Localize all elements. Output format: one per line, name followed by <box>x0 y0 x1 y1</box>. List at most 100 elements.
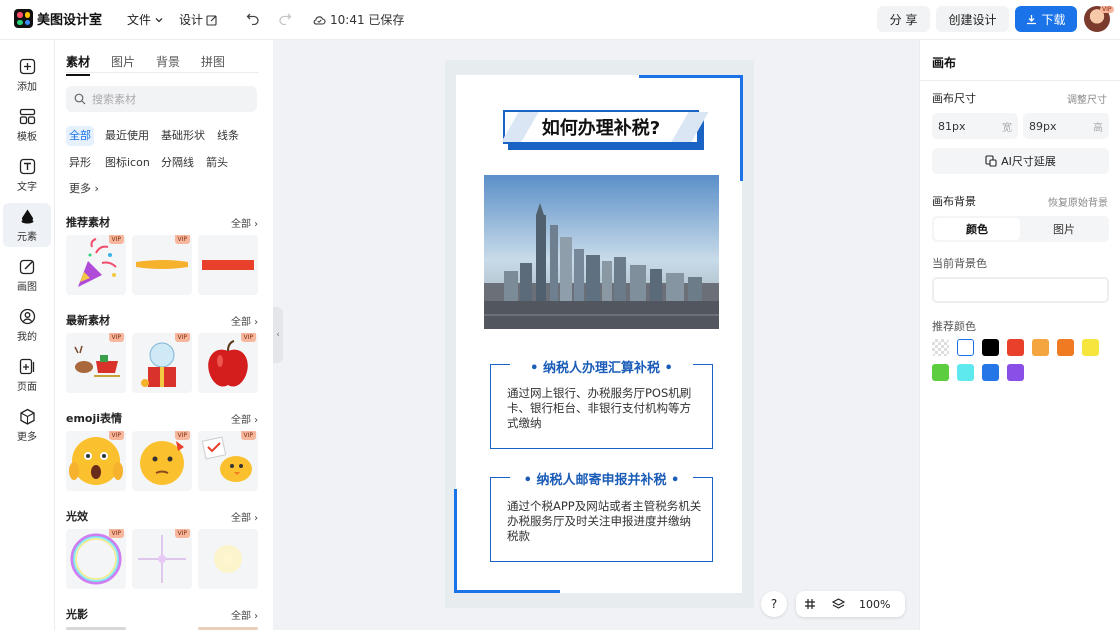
section-all-link[interactable]: 全部 › <box>231 215 258 230</box>
vip-badge: VIP <box>108 431 124 440</box>
tab-collage[interactable]: 拼图 <box>201 53 225 70</box>
material-thumb-glow[interactable] <box>198 529 258 589</box>
chip-irregular[interactable]: 异形 <box>66 153 94 173</box>
bg-type-toggle: 颜色 图片 <box>932 216 1109 242</box>
material-thumb-red-bar[interactable] <box>198 235 258 295</box>
color-swatch[interactable] <box>957 364 974 381</box>
chip-arrows[interactable]: 箭头 <box>203 153 231 173</box>
section-title-recommended: 推荐素材 <box>66 216 110 229</box>
canvas-bg-label: 画布背景 <box>932 195 976 208</box>
grid-icon[interactable] <box>804 598 816 610</box>
left-nav: 添加 模板 文字 元素 画图 我的 页面 更多 <box>0 40 55 630</box>
plus-square-icon <box>19 58 35 74</box>
section-all-link[interactable]: 全部 › <box>231 607 258 622</box>
nav-more[interactable]: 更多 <box>3 403 51 447</box>
draw-icon <box>19 259 34 274</box>
nav-draw[interactable]: 画图 <box>3 253 51 297</box>
nav-page[interactable]: 页面 <box>3 353 51 397</box>
ai-extend-button[interactable]: AI尺寸延展 <box>932 148 1109 174</box>
nav-add[interactable]: 添加 <box>3 53 51 97</box>
zoom-level[interactable]: 100% <box>859 598 890 611</box>
current-bg-color[interactable] <box>932 277 1109 303</box>
material-thumb-reindeer-sleigh[interactable]: VIP <box>66 333 126 393</box>
nav-page-label: 页面 <box>17 381 37 393</box>
app-logo[interactable]: 美图设计室 <box>14 9 102 28</box>
color-swatch[interactable] <box>982 364 999 381</box>
material-thumb-snow-globe-gift[interactable]: VIP <box>132 333 192 393</box>
material-thumb-emoji-thinking[interactable]: VIP <box>132 431 192 491</box>
color-swatch[interactable] <box>1082 339 1099 356</box>
ai-resize-icon <box>985 155 997 167</box>
color-swatch[interactable] <box>1057 339 1074 356</box>
chip-basic-shapes[interactable]: 基础形状 <box>158 126 208 146</box>
material-thumb-emoji-scared[interactable]: VIP <box>66 431 126 491</box>
section-all-link[interactable]: 全部 › <box>231 509 258 524</box>
vip-badge: VIP <box>108 529 124 538</box>
create-design-label: 创建设计 <box>948 12 997 27</box>
material-thumb-apple[interactable]: VIP <box>198 333 258 393</box>
section-all-label: 全部 <box>231 219 251 230</box>
nav-draw-label: 画图 <box>17 281 37 293</box>
bg-type-color[interactable]: 颜色 <box>934 218 1020 240</box>
city-skyline-image <box>484 175 719 329</box>
color-swatch[interactable] <box>1007 364 1024 381</box>
search-input[interactable]: 搜索素材 <box>66 86 257 112</box>
thinking-face-icon <box>140 441 184 485</box>
share-button[interactable]: 分 享 <box>877 6 930 32</box>
height-field[interactable]: 89px 高 <box>1023 113 1109 139</box>
chip-all[interactable]: 全部 <box>66 126 94 146</box>
nav-elements[interactable]: 元素 <box>3 203 51 247</box>
city-skyline-photo[interactable] <box>484 175 719 329</box>
undo-icon[interactable] <box>246 11 260 25</box>
bubble-icon <box>70 533 122 585</box>
tab-images[interactable]: 图片 <box>111 53 135 70</box>
template-icon <box>19 108 35 124</box>
material-thumb-brush-yellow[interactable]: VIP <box>132 235 192 295</box>
material-thumb-emoji-chick-sign[interactable]: VIP <box>198 431 258 491</box>
nav-template[interactable]: 模板 <box>3 103 51 147</box>
color-swatch[interactable] <box>1032 339 1049 356</box>
material-thumb-bubble[interactable]: VIP <box>66 529 126 589</box>
recommended-colors-label: 推荐颜色 <box>932 320 976 333</box>
nav-template-label: 模板 <box>17 131 37 143</box>
collapse-panel-button[interactable]: ‹ <box>273 307 283 363</box>
bg-type-image[interactable]: 图片 <box>1021 218 1107 240</box>
chevron-left-icon: ‹ <box>276 330 280 340</box>
section-title-latest: 最新素材 <box>66 314 110 327</box>
adjust-size-link[interactable]: 调整尺寸 <box>1067 91 1107 106</box>
design-menu-label: 设计 <box>179 13 204 27</box>
material-thumb-party-popper[interactable]: VIP <box>66 235 126 295</box>
nav-text[interactable]: 文字 <box>3 153 51 197</box>
help-button[interactable]: ? <box>761 591 787 617</box>
color-swatch[interactable] <box>932 339 949 356</box>
material-thumb-sparkle[interactable]: VIP <box>132 529 192 589</box>
reset-bg-link[interactable]: 恢复原始背景 <box>1048 194 1108 209</box>
download-button[interactable]: 下载 <box>1015 6 1077 32</box>
chip-more[interactable]: 更多 › <box>66 179 102 199</box>
chip-dividers[interactable]: 分隔线 <box>158 153 197 173</box>
vip-badge: VIP <box>108 235 124 244</box>
color-swatch[interactable] <box>932 364 949 381</box>
chip-lines[interactable]: 线条 <box>214 126 242 146</box>
color-swatch[interactable] <box>1007 339 1024 356</box>
file-menu[interactable]: 文件 <box>127 11 164 28</box>
width-field[interactable]: 81px 宽 <box>932 113 1018 139</box>
tab-materials[interactable]: 素材 <box>66 53 91 76</box>
zoom-toolbar: 100% <box>796 591 905 617</box>
chip-recent[interactable]: 最近使用 <box>102 126 152 146</box>
tab-backgrounds[interactable]: 背景 <box>156 53 180 70</box>
create-design-button[interactable]: 创建设计 <box>936 6 1009 32</box>
design-menu[interactable]: 设计 <box>179 11 218 28</box>
chip-icons[interactable]: 图标icon <box>102 153 153 173</box>
color-swatch[interactable] <box>957 339 974 356</box>
snow-globe-icon <box>141 342 176 387</box>
user-icon <box>19 308 35 324</box>
color-swatch[interactable] <box>982 339 999 356</box>
section-all-link[interactable]: 全部 › <box>231 313 258 328</box>
redo-icon[interactable] <box>278 11 292 25</box>
section-all-link[interactable]: 全部 › <box>231 411 258 426</box>
nav-add-label: 添加 <box>17 81 37 93</box>
section-title-shadows: 光影 <box>66 608 88 621</box>
layers-icon[interactable] <box>832 598 845 610</box>
nav-mine[interactable]: 我的 <box>3 303 51 347</box>
